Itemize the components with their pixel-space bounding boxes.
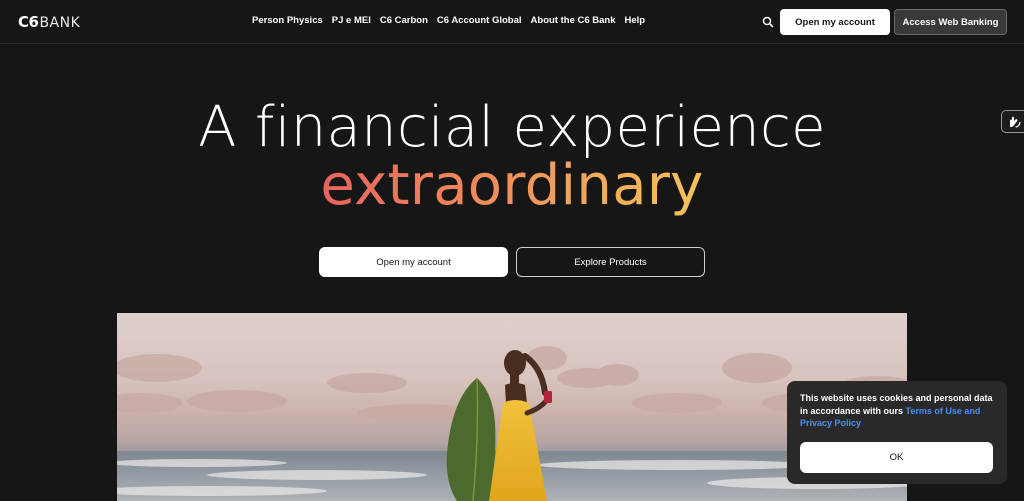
nav-item-person-physics[interactable]: Person Physics: [252, 15, 323, 26]
nav-item-c6-carbon[interactable]: C6 Carbon: [380, 15, 428, 26]
cookie-ok-button[interactable]: OK: [800, 442, 993, 473]
open-account-hero-button[interactable]: Open my account: [319, 247, 508, 277]
explore-products-button[interactable]: Explore Products: [516, 247, 705, 277]
search-icon[interactable]: [762, 15, 774, 28]
top-header: C6 BANK Person Physics PJ e MEI C6 Carbo…: [0, 0, 1024, 44]
open-account-header-button[interactable]: Open my account: [780, 9, 890, 35]
nav-item-help[interactable]: Help: [625, 15, 646, 26]
nav-item-c6-account-global[interactable]: C6 Account Global: [437, 15, 522, 26]
logo-bank-text: BANK: [39, 15, 81, 31]
sign-language-hands-icon[interactable]: [1001, 110, 1024, 133]
logo-c6-text: C6: [18, 13, 39, 31]
hero-title-line2: extraordinary: [0, 153, 1024, 218]
nav-item-about[interactable]: About the C6 Bank: [531, 15, 616, 26]
nav-item-pj-mei[interactable]: PJ e MEI: [332, 15, 371, 26]
cookie-message: This website uses cookies and personal d…: [800, 392, 994, 430]
hero-title-line1: A financial experience: [198, 95, 826, 160]
hero-title-gradient-text: extraordinary: [320, 153, 704, 218]
c6-bank-logo[interactable]: C6 BANK: [18, 13, 80, 31]
access-web-banking-button[interactable]: Access Web Banking: [894, 9, 1007, 35]
cookie-banner: This website uses cookies and personal d…: [787, 381, 1007, 484]
main-nav: Person Physics PJ e MEI C6 Carbon C6 Acc…: [252, 15, 654, 26]
